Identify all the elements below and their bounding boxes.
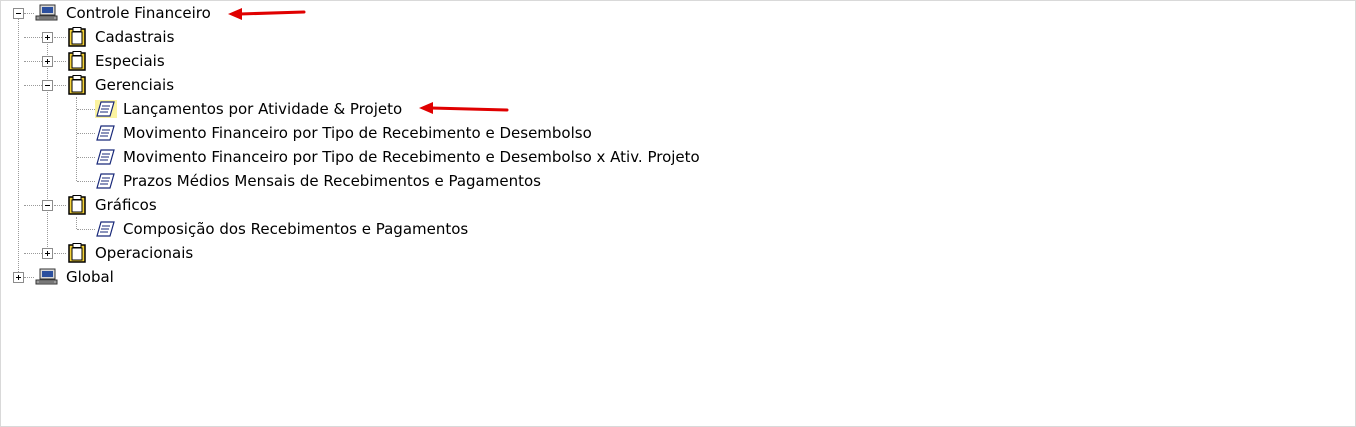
annotation-arrow	[419, 102, 509, 114]
annotation-arrow	[228, 8, 306, 20]
expand-toggle[interactable]	[13, 272, 24, 283]
report-icon	[95, 100, 117, 118]
clipboard-icon	[68, 75, 86, 95]
computer-icon	[35, 4, 58, 21]
node-label: Movimento Financeiro por Tipo de Recebim…	[123, 124, 592, 142]
tree-node-prazos-medios[interactable]: Prazos Médios Mensais de Recebimentos e …	[1, 169, 571, 193]
tree-node-lancamentos-atividade-projeto[interactable]: Lançamentos por Atividade & Projeto	[1, 97, 421, 121]
report-icon	[96, 125, 115, 141]
node-label: Operacionais	[95, 244, 194, 262]
tree-node-operacionais[interactable]: Operacionais	[1, 241, 211, 265]
node-label: Movimento Financeiro por Tipo de Recebim…	[123, 148, 700, 166]
node-label: Gerenciais	[95, 76, 175, 94]
report-icon	[96, 149, 115, 165]
collapse-toggle[interactable]	[42, 80, 53, 91]
node-label: Especiais	[95, 52, 165, 70]
node-label: Global	[66, 268, 114, 286]
node-label: Cadastrais	[95, 28, 175, 46]
clipboard-icon	[68, 27, 86, 47]
expand-toggle[interactable]	[42, 56, 53, 67]
expand-toggle[interactable]	[42, 248, 53, 259]
node-label: Gráficos	[95, 196, 157, 214]
tree-node-gerenciais[interactable]: Gerenciais	[1, 73, 201, 97]
node-label: Controle Financeiro	[66, 4, 211, 22]
expand-toggle[interactable]	[42, 32, 53, 43]
clipboard-icon	[68, 243, 86, 263]
clipboard-icon	[68, 51, 86, 71]
tree-node-composicao[interactable]: Composição dos Recebimentos e Pagamentos	[1, 217, 501, 241]
tree-node-movimento-financeiro-ativ-projeto[interactable]: Movimento Financeiro por Tipo de Recebim…	[1, 145, 731, 169]
tree-node-graficos[interactable]: Gráficos	[1, 193, 201, 217]
report-icon	[96, 173, 115, 189]
node-label: Prazos Médios Mensais de Recebimentos e …	[123, 172, 541, 190]
tree-node-controle-financeiro[interactable]: Controle Financeiro	[1, 1, 231, 25]
tree-node-movimento-financeiro[interactable]: Movimento Financeiro por Tipo de Recebim…	[1, 121, 621, 145]
tree-node-cadastrais[interactable]: Cadastrais	[1, 25, 201, 49]
tree-node-global[interactable]: Global	[1, 265, 131, 289]
computer-icon	[35, 268, 58, 285]
tree-node-especiais[interactable]: Especiais	[1, 49, 201, 73]
collapse-toggle[interactable]	[13, 8, 24, 19]
report-icon	[96, 221, 115, 237]
node-label: Composição dos Recebimentos e Pagamentos	[123, 220, 469, 238]
clipboard-icon	[68, 195, 86, 215]
collapse-toggle[interactable]	[42, 200, 53, 211]
tree-panel: Controle Financeiro Cadastrais Especiais…	[0, 0, 1356, 427]
node-label: Lançamentos por Atividade & Projeto	[123, 100, 403, 118]
